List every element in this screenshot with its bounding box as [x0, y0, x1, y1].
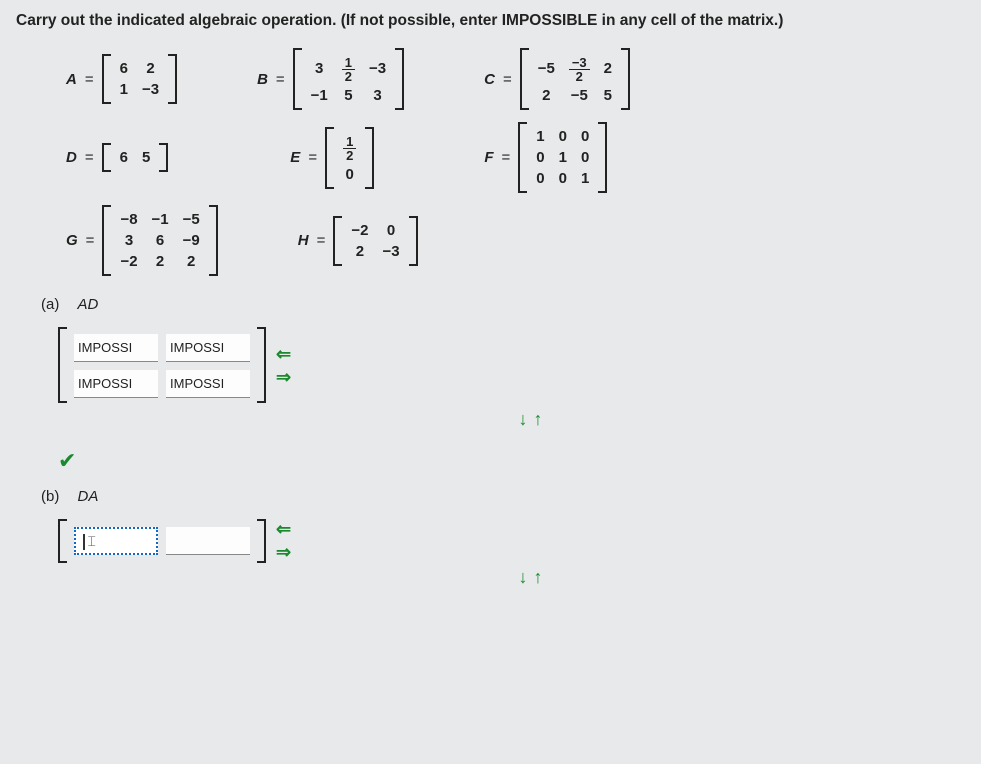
part-b-answer: ⌶ ⇐ ⇒ [58, 519, 965, 563]
remove-row-icon[interactable]: ↑ [534, 409, 543, 430]
text-cursor-icon: ⌶ [83, 533, 96, 550]
remove-row-icon[interactable]: ↑ [534, 567, 543, 588]
answer-a-0-1[interactable] [166, 334, 250, 362]
remove-col-icon[interactable]: ⇐ [276, 344, 291, 365]
matrix-G: G= −8−1−5 36−9 −222 [66, 205, 218, 276]
add-row-icon[interactable]: ↓ [519, 409, 528, 430]
add-row-icon[interactable]: ↓ [519, 567, 528, 588]
add-col-icon[interactable]: ⇒ [276, 542, 291, 563]
row-controls-a: ↓ ↑ [96, 409, 965, 430]
remove-col-icon[interactable]: ⇐ [276, 519, 291, 540]
matrix-H: H= −20 2−3 [298, 216, 418, 266]
add-col-icon[interactable]: ⇒ [276, 367, 291, 388]
matrix-F: F= 100 010 001 [484, 122, 607, 193]
part-a-header: (a) AD [41, 296, 965, 313]
answer-b-0-1[interactable] [166, 527, 250, 555]
matrix-E: E= 12 0 [290, 127, 374, 189]
check-icon: ✔ [58, 448, 965, 474]
matrix-definitions: A= 62 1−3 B= 312−3 −153 C= −5−322 2−55 D… [66, 48, 965, 276]
matrix-B: B= 312−3 −153 [257, 48, 404, 110]
matrix-C: C= −5−322 2−55 [484, 48, 630, 110]
instruction-text: Carry out the indicated algebraic operat… [16, 12, 965, 30]
row-controls-b: ↓ ↑ [96, 567, 965, 588]
matrix-D: D= 65 [66, 143, 168, 172]
answer-a-0-0[interactable] [74, 334, 158, 362]
part-a-answer: ⇐ ⇒ [58, 327, 965, 405]
col-controls-b: ⇐ ⇒ [276, 519, 291, 563]
col-controls-a: ⇐ ⇒ [276, 344, 291, 388]
part-b-header: (b) DA [41, 488, 965, 505]
matrix-A: A= 62 1−3 [66, 54, 177, 104]
answer-a-1-0[interactable] [74, 370, 158, 398]
answer-a-1-1[interactable] [166, 370, 250, 398]
